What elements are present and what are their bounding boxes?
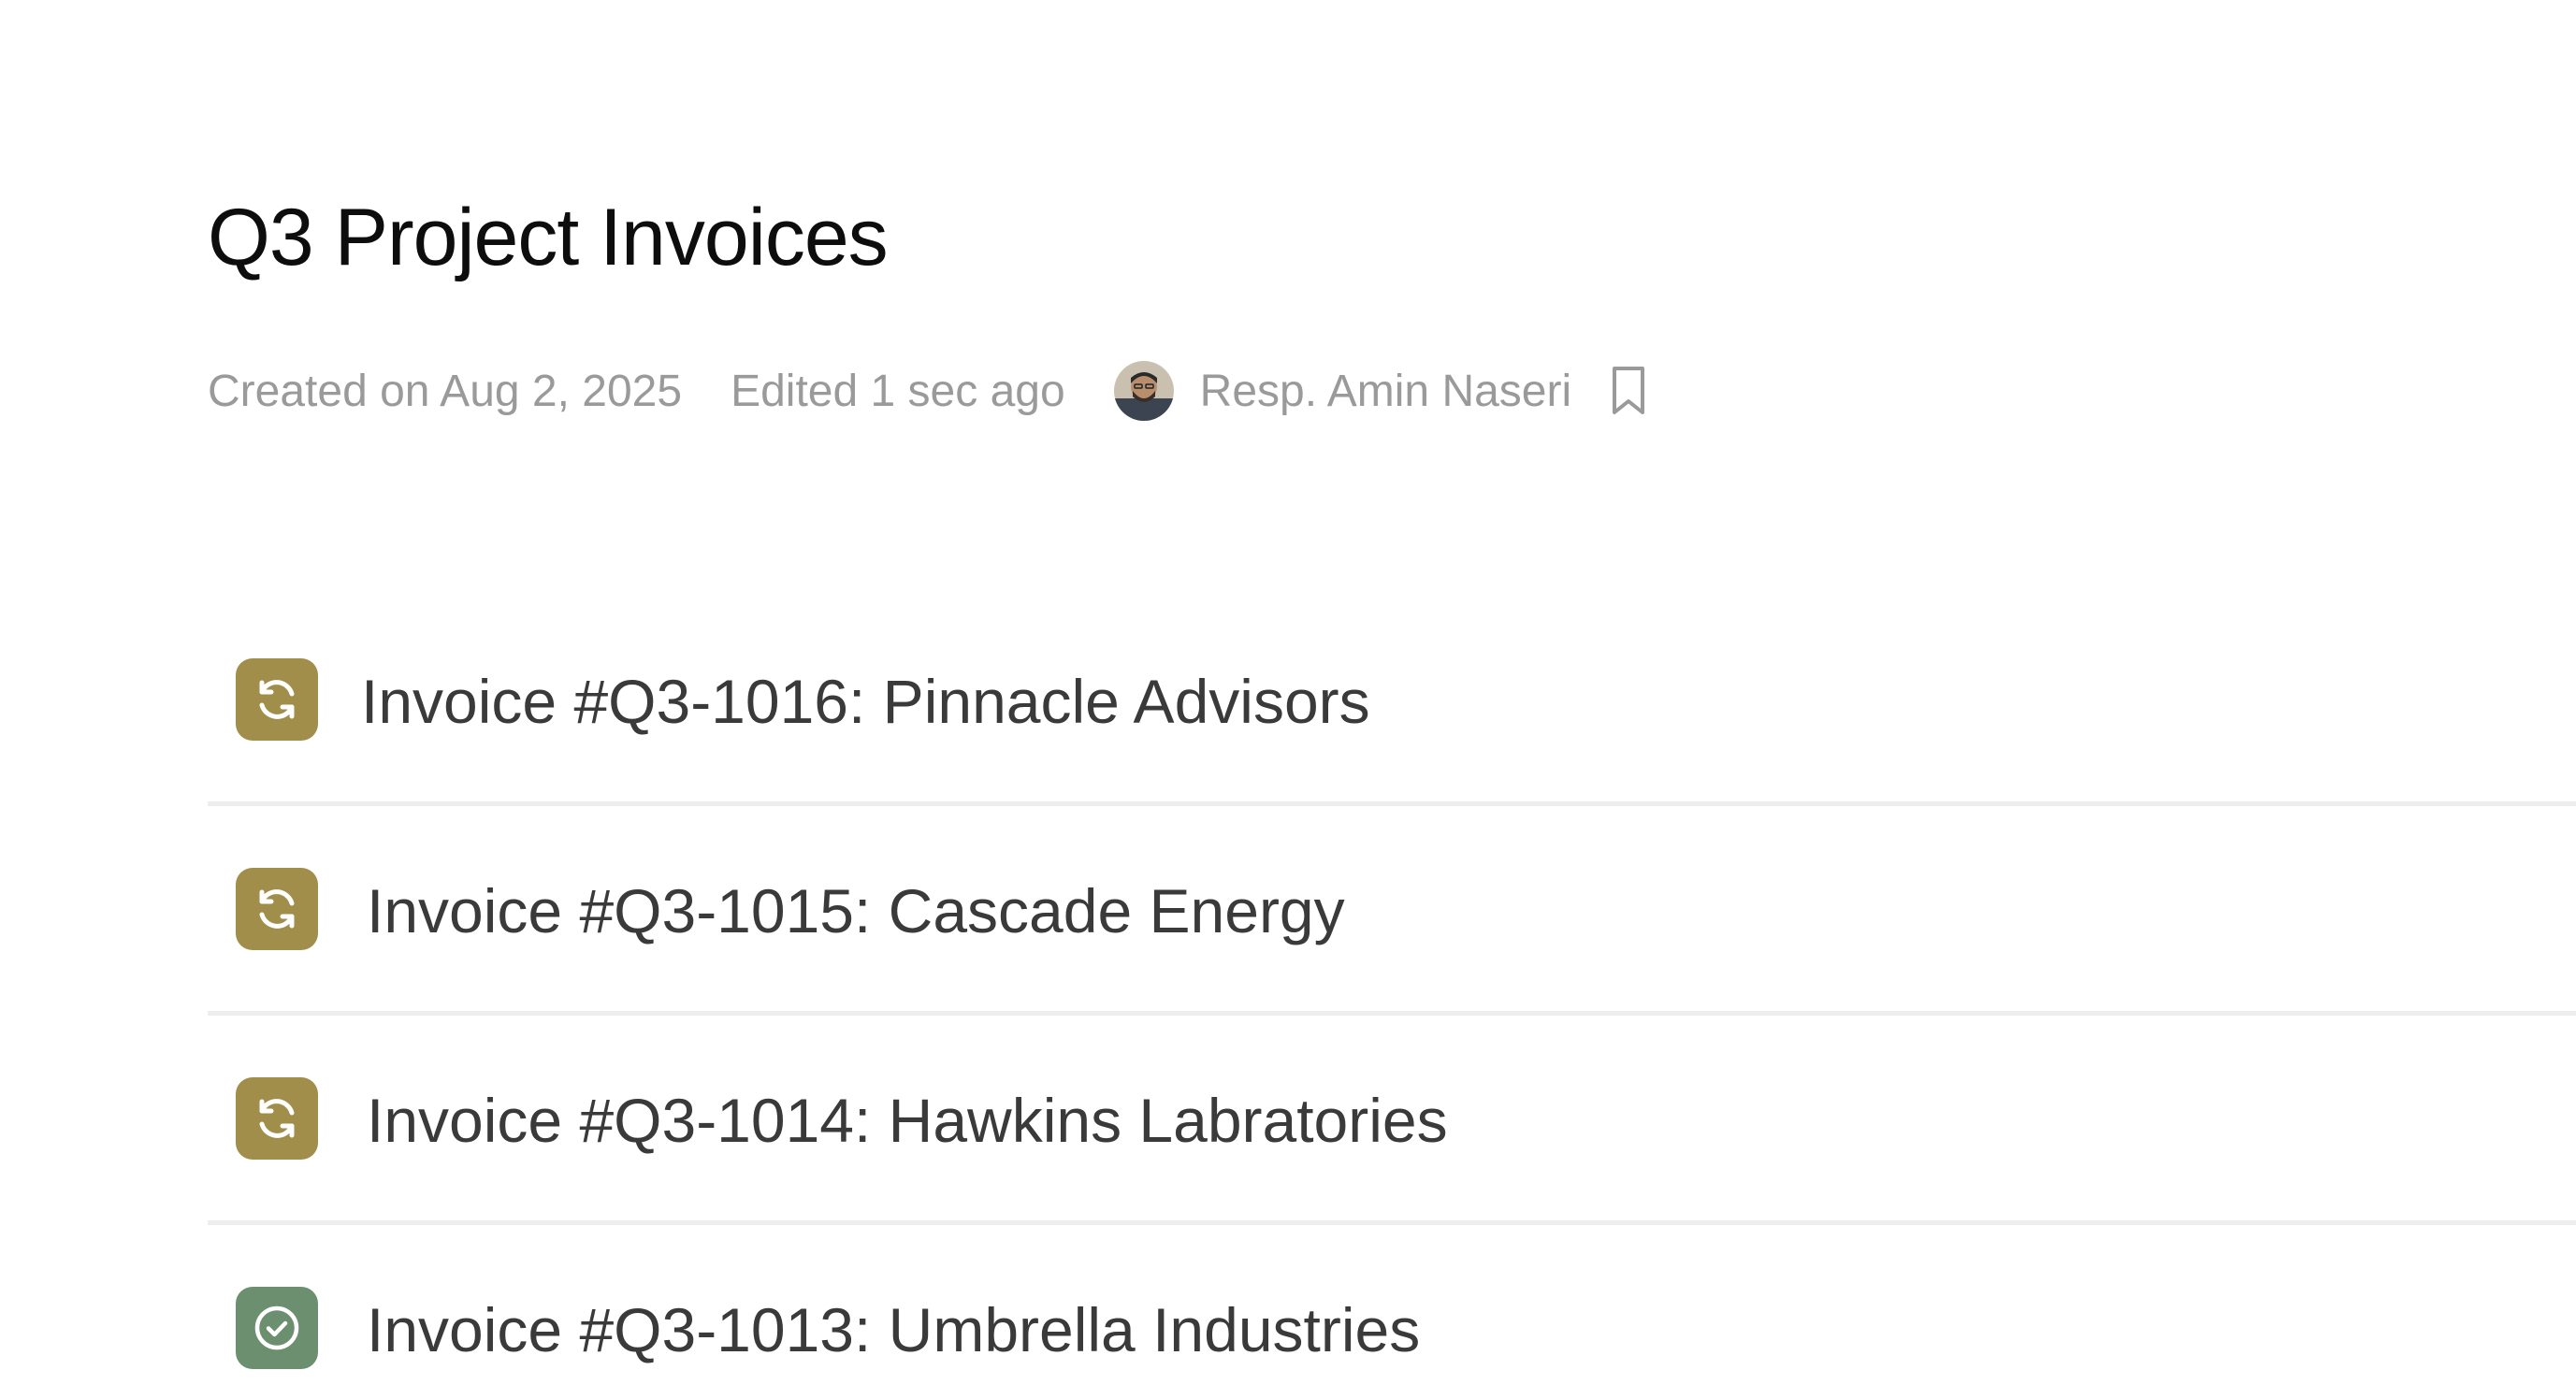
invoice-list: Invoice #Q3-1016: Pinnacle Advisors Invo… [208, 597, 2576, 1399]
check-circle-icon [236, 1287, 318, 1369]
invoice-title[interactable]: Invoice #Q3-1013: Umbrella Industries [367, 1292, 1420, 1367]
invoice-title[interactable]: Invoice #Q3-1016: Pinnacle Advisors [361, 664, 1370, 739]
user-avatar[interactable] [1113, 361, 1174, 421]
bookmark-icon[interactable] [1609, 365, 1648, 417]
responsible-person[interactable]: Resp. Amin Naseri [1200, 366, 1571, 417]
page-title: Q3 Project Invoices [208, 193, 889, 282]
edited-time: Edited 1 sec ago [731, 366, 1065, 416]
invoice-row[interactable]: Invoice #Q3-1016: Pinnacle Advisors [208, 597, 2576, 806]
created-date: Created on Aug 2, 2025 [208, 366, 683, 416]
invoice-row[interactable]: Invoice #Q3-1013: Umbrella Industries [208, 1225, 2576, 1399]
refresh-icon [236, 868, 318, 950]
refresh-icon [236, 1077, 318, 1160]
invoice-row[interactable]: Invoice #Q3-1014: Hawkins Labratories [208, 1016, 2576, 1225]
invoice-title[interactable]: Invoice #Q3-1015: Cascade Energy [367, 873, 1345, 948]
invoice-row[interactable]: Invoice #Q3-1015: Cascade Energy [208, 806, 2576, 1016]
page-meta: Created on Aug 2, 2025 Edited 1 sec ago … [208, 358, 1648, 424]
invoice-title[interactable]: Invoice #Q3-1014: Hawkins Labratories [367, 1083, 1448, 1158]
refresh-icon [236, 658, 318, 741]
